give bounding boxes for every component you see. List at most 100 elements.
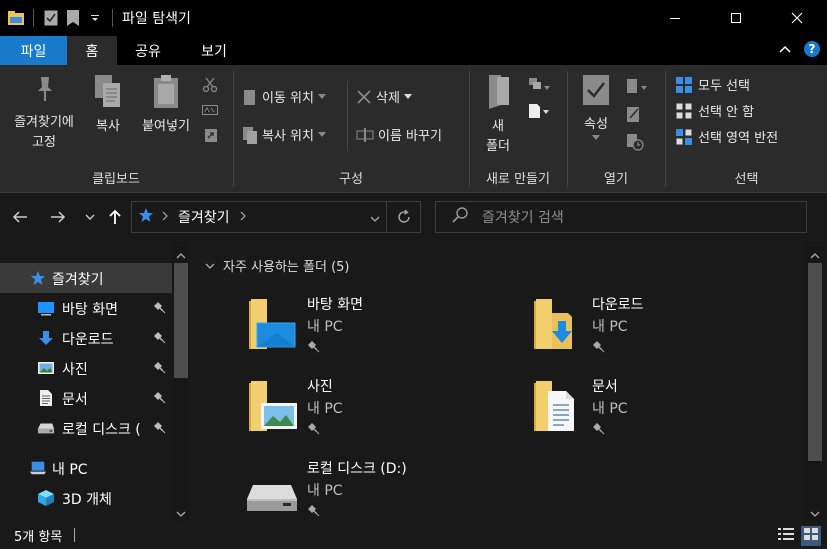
paste-label: 붙여넣기 [142,119,190,134]
select-none-button[interactable]: 선택 안 함 [676,101,754,120]
qat-divider [112,9,113,27]
properties-dropdown-icon [592,135,600,140]
details-view-icon[interactable] [777,526,795,546]
scroll-up-arrow-icon[interactable] [810,249,820,264]
cut-icon[interactable] [202,77,218,93]
content-pane: 자주 사용하는 폴더 (5) 바탕 화면 내 PC 다운로드 내 PC 사진 내… [193,241,827,521]
properties-button[interactable]: 속성 [574,73,618,141]
nav-item-local-disk[interactable]: 로컬 디스크 ( [0,413,172,443]
nav-item-desktop[interactable]: 바탕 화면 [0,293,172,323]
pictures-folder-icon [243,375,303,435]
ribbon: 즐겨찾기에 고정 복사 붙여넣기 클립보드 이동 위치 복사 위치 삭제 이름 … [0,65,827,193]
invert-selection-button[interactable]: 선택 영역 반전 [676,127,778,146]
organize-divider [347,81,348,151]
pin-icon [308,505,320,521]
nav-pane-scrollbar[interactable] [172,241,190,521]
navigation-row: 즐겨찾기 즐겨찾기 검색 [0,193,827,241]
pin-icon [154,392,166,408]
rename-button[interactable]: 이름 바꾸기 [356,125,442,144]
address-bar[interactable]: 즐겨찾기 [131,201,421,233]
open-icon[interactable] [626,77,648,95]
help-icon[interactable]: ? [803,40,821,62]
clipboard-group: 즐겨찾기에 고정 복사 붙여넣기 클립보드 [0,65,232,193]
window-title: 파일 탐색기 [122,11,191,27]
window-controls [644,0,827,36]
copy-path-icon[interactable] [202,103,218,117]
search-box[interactable]: 즐겨찾기 검색 [435,201,807,233]
breadcrumb-current[interactable]: 즐겨찾기 [178,207,230,227]
nav-item-documents[interactable]: 문서 [0,383,172,413]
forward-button[interactable] [48,207,68,227]
pin-icon [593,341,605,357]
copy-icon [93,73,123,113]
new-folder-label-line2: 폴더 [486,139,510,154]
pin-to-quick-access-button[interactable]: 즐겨찾기에 고정 [4,73,84,153]
properties-check-icon[interactable] [41,8,61,28]
nav-item-this-pc[interactable]: 내 PC [0,453,172,483]
nav-item-label: 바탕 화면 [62,302,118,318]
scroll-up-arrow-icon[interactable] [176,249,186,264]
folder-tile-documents[interactable]: 문서 내 PC [528,375,798,445]
tab-share[interactable]: 공유 [121,36,175,65]
nav-item-3d-objects[interactable]: 3D 개체 [0,483,172,513]
back-button[interactable] [10,207,30,227]
up-button[interactable] [105,207,125,227]
clipboard-group-label: 클립보드 [92,172,140,187]
search-placeholder: 즐겨찾기 검색 [482,210,564,226]
customize-qat-icon[interactable] [85,8,105,28]
folder-tile-pictures[interactable]: 사진 내 PC [243,375,513,445]
tab-view[interactable]: 보기 [182,36,246,65]
select-group: 모두 선택 선택 안 함 선택 영역 반전 선택 [666,65,827,193]
copy-to-button[interactable]: 복사 위치 [242,125,326,144]
pin-icon [154,302,166,318]
breadcrumb-chevron-icon[interactable] [240,210,246,225]
history-icon[interactable] [626,133,644,151]
pin-label-line2: 고정 [32,135,56,150]
explorer-app-icon[interactable] [6,8,26,28]
delete-button[interactable]: 삭제 [356,87,412,106]
navigation-pane: 즐겨찾기 바탕 화면 다운로드 사진 문서 로컬 디스크 (내 PC 3D 개… [0,241,192,521]
folder-tile-downloads[interactable]: 다운로드 내 PC [528,293,798,363]
edit-icon[interactable] [626,105,642,123]
scroll-down-arrow-icon[interactable] [176,507,186,522]
maximize-button[interactable] [705,0,766,36]
tab-home[interactable]: 홈 [67,36,117,65]
close-button[interactable] [766,0,827,36]
chevron-up-icon[interactable] [779,43,791,58]
paste-shortcut-icon[interactable] [204,127,218,143]
minimize-button[interactable] [644,0,705,36]
content-scrollbar[interactable] [805,241,825,521]
nav-item-pictures[interactable]: 사진 [0,353,172,383]
paste-button[interactable]: 붙여넣기 [134,73,198,137]
scroll-down-arrow-icon[interactable] [810,507,820,522]
content-scroll-thumb[interactable] [808,263,822,461]
recent-locations-button[interactable] [80,207,100,227]
easy-access-icon[interactable] [528,103,550,119]
item-count: 5개 항목 [14,529,63,545]
new-folder-icon[interactable] [63,8,83,28]
frequent-folders-header[interactable]: 자주 사용하는 폴더 (5) [205,256,350,275]
new-folder-button[interactable]: 새 폴더 [478,73,518,157]
nav-item-downloads[interactable]: 다운로드 [0,323,172,353]
copy-button[interactable]: 복사 [86,73,130,137]
folder-tile-desktop[interactable]: 바탕 화면 내 PC [243,293,513,363]
select-all-button[interactable]: 모두 선택 [676,75,750,94]
tab-file[interactable]: 파일 [0,36,67,65]
view-switcher [777,526,821,546]
qat-divider [33,9,34,27]
nav-pane-scroll-thumb[interactable] [174,263,188,378]
desktop-icon [37,299,55,317]
refresh-icon[interactable] [386,202,420,232]
tile-location: 내 PC [592,319,628,335]
nav-item-quick-access[interactable]: 즐겨찾기 [0,263,172,293]
download-icon [37,329,55,347]
large-icons-view-icon[interactable] [801,526,821,546]
drive-tile-local-disk-d[interactable]: 로컬 디스크 (D:) 내 PC [243,457,513,527]
organize-group: 이동 위치 복사 위치 삭제 이름 바꾸기 구성 [234,65,468,193]
quick-access-toolbar [0,8,118,28]
select-none-label: 선택 안 함 [698,105,755,120]
breadcrumb-separator-icon[interactable] [162,210,168,225]
move-to-button[interactable]: 이동 위치 [242,87,326,106]
address-dropdown-icon[interactable] [370,212,380,227]
new-item-icon[interactable] [528,77,550,93]
